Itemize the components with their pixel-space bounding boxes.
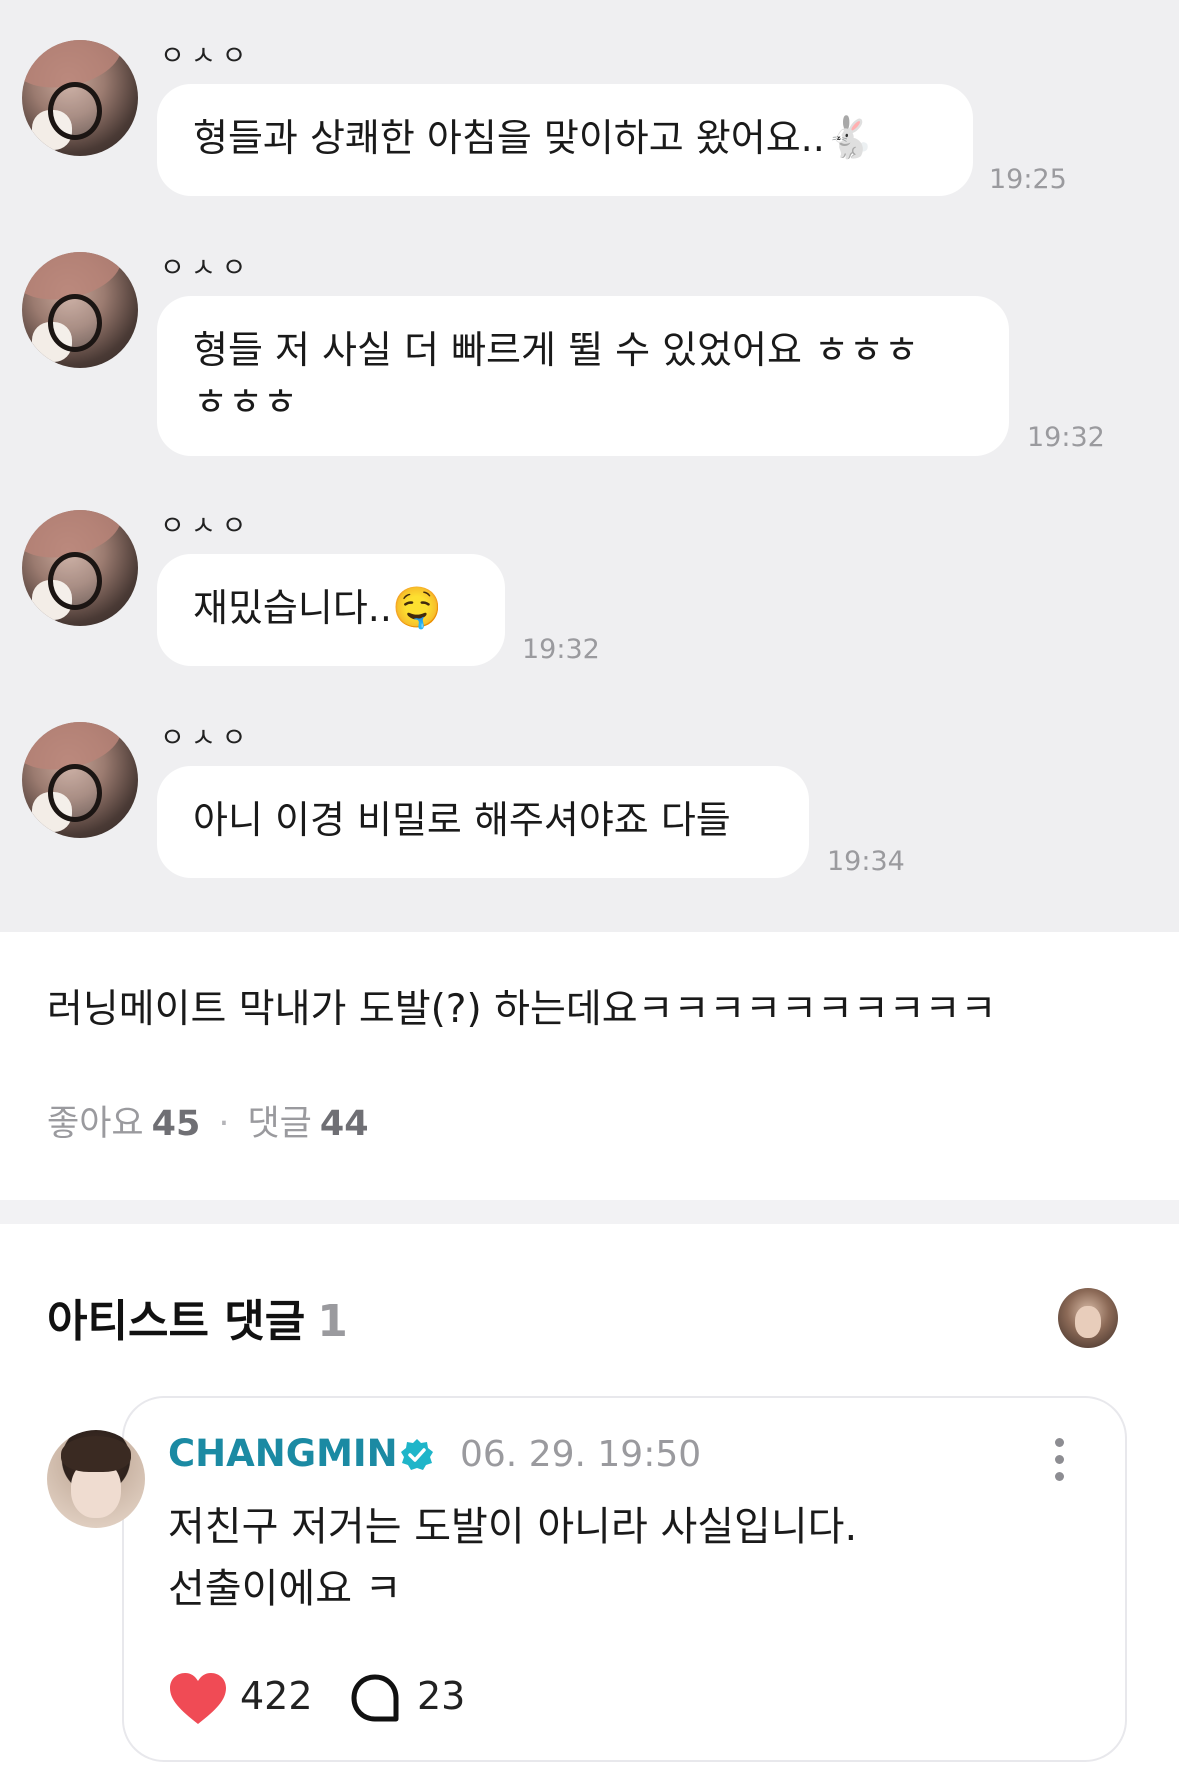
sender-name: ㅇㅅㅇ	[160, 723, 253, 754]
message-time: 19:25	[989, 164, 1067, 195]
message-bubble: 아니 이경 비밀로 해주셔야죠 다들	[157, 766, 809, 878]
comment-text-line: 저친구 저거는 도발이 아니라 사실입니다.	[168, 1504, 858, 1550]
heart-icon[interactable]	[168, 1672, 228, 1726]
comment-like-count: 422	[240, 1674, 313, 1718]
comment-date: 06. 29. 19:50	[460, 1434, 702, 1475]
sender-name: ㅇㅅㅇ	[160, 253, 253, 284]
comment-body: 저친구 저거는 도발이 아니라 사실입니다. 선출이에요 ㅋ	[168, 1496, 1068, 1620]
stats-separator: ·	[218, 1104, 230, 1144]
reply-bubble-icon[interactable]	[350, 1673, 400, 1723]
avatar	[22, 40, 138, 156]
sender-name: ㅇㅅㅇ	[160, 511, 253, 542]
more-options-icon[interactable]	[1050, 1438, 1070, 1482]
comment-author-avatar[interactable]	[47, 1430, 145, 1528]
message-text: ㅎㅎㅎ	[193, 380, 298, 424]
drooling-face-emoji-icon: 🤤	[391, 585, 442, 631]
message-text: 아니 이경 비밀로 해주셔야죠 다들	[193, 798, 731, 842]
artist-comments-title: 아티스트 댓글	[47, 1296, 306, 1347]
section-divider	[0, 1200, 1179, 1224]
comments-label[interactable]: 댓글	[247, 1104, 311, 1144]
message-bubble: 재밌습니다..🤤	[157, 554, 505, 666]
artist-avatar[interactable]	[1058, 1288, 1118, 1348]
comment-text-line: 선출이에요 ㅋ	[168, 1566, 402, 1612]
message-time: 19:32	[1027, 422, 1105, 453]
comments-count: 44	[319, 1104, 369, 1144]
likes-label[interactable]: 좋아요	[47, 1104, 144, 1144]
avatar	[22, 722, 138, 838]
message-text: 형들과 상쾌한 아침을 맞이하고 왔어요..	[193, 116, 825, 160]
avatar	[22, 252, 138, 368]
post-stats: 좋아요 45 · 댓글 44	[47, 1095, 369, 1146]
verified-badge-icon	[401, 1439, 433, 1470]
likes-count: 45	[151, 1104, 201, 1144]
message-time: 19:34	[827, 846, 905, 877]
rabbit-emoji-icon: 🐇	[824, 115, 875, 161]
message-bubble: 형들과 상쾌한 아침을 맞이하고 왔어요..🐇	[157, 84, 973, 196]
message-text: 재밌습니다..	[193, 586, 392, 630]
post-text: 러닝메이트 막내가 도발(?) 하는데요ㅋㅋㅋㅋㅋㅋㅋㅋㅋㅋ	[47, 987, 997, 1032]
artist-comments-heading: 아티스트 댓글 1	[47, 1285, 348, 1349]
artist-comments-count: 1	[317, 1296, 348, 1347]
message-bubble: 형들 저 사실 더 빠르게 뛸 수 있었어요 ㅎㅎㅎ ㅎㅎㅎ	[157, 296, 1009, 456]
message-text: 형들 저 사실 더 빠르게 뛸 수 있었어요 ㅎㅎㅎ	[193, 328, 919, 372]
avatar	[22, 510, 138, 626]
sender-name: ㅇㅅㅇ	[160, 41, 253, 72]
chat-screenshot: ㅇㅅㅇ 형들과 상쾌한 아침을 맞이하고 왔어요..🐇 19:25 ㅇㅅㅇ 형들…	[0, 0, 1179, 932]
comment-author-name[interactable]: CHANGMIN	[168, 1432, 398, 1475]
comment-reply-count: 23	[417, 1674, 466, 1718]
message-time: 19:32	[522, 634, 600, 665]
